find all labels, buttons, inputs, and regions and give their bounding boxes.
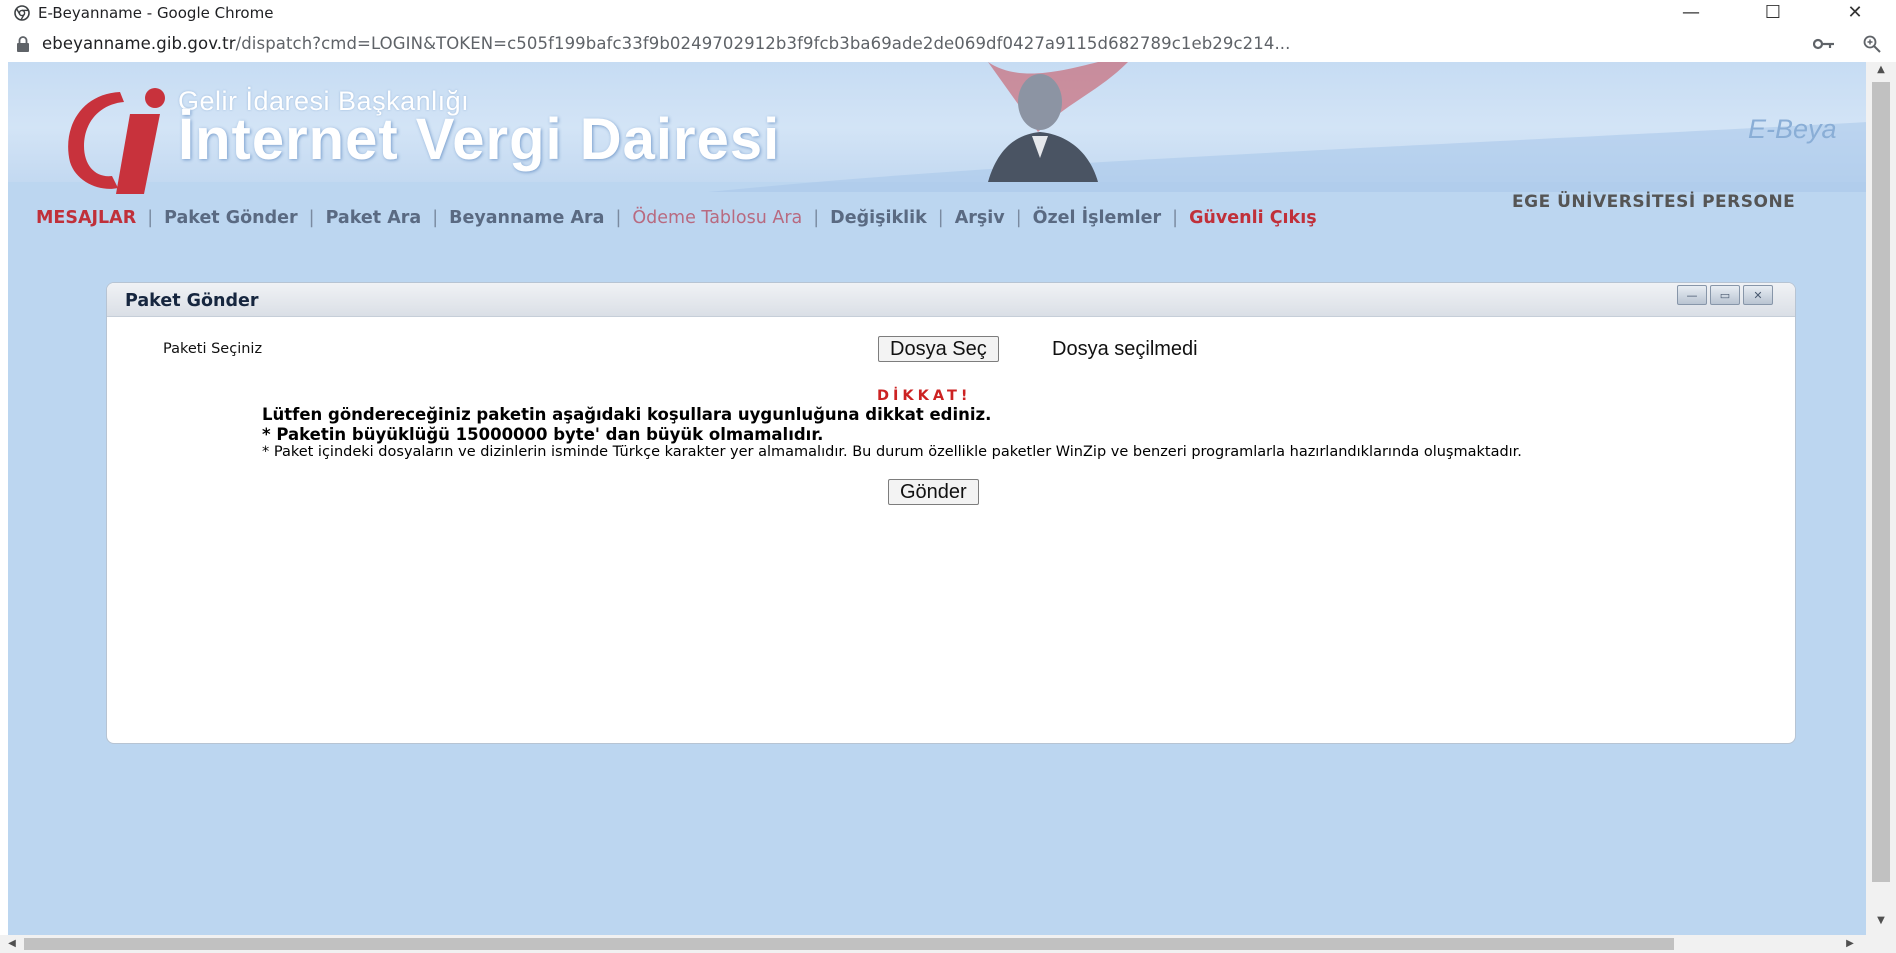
ataturk-portrait-icon	[988, 62, 1128, 182]
panel-minimize-icon[interactable]: —	[1677, 285, 1707, 305]
url-path: /dispatch?cmd=LOGIN&TOKEN=c505f199bafc33…	[235, 34, 1291, 53]
url-text[interactable]: ebeyanname.gib.gov.tr/dispatch?cmd=LOGIN…	[42, 34, 1290, 53]
gib-logo-icon	[68, 88, 165, 194]
warning-line-3: * Paket içindeki dosyaların ve dizinleri…	[262, 444, 1522, 460]
scroll-right-icon[interactable]: ▶	[1840, 935, 1860, 953]
banner-title: İnternet Vergi Dairesi	[178, 107, 781, 172]
nav-separator: |	[937, 208, 944, 228]
address-icons	[1800, 25, 1896, 62]
send-button[interactable]: Gönder	[888, 479, 979, 505]
nav-paket-ara[interactable]: Paket Ara	[326, 208, 422, 228]
nav-separator: |	[615, 208, 622, 228]
scroll-left-icon[interactable]: ◀	[2, 935, 22, 953]
horizontal-scrollbar[interactable]: ◀ ▶	[0, 935, 1896, 953]
top-navigation: MESAJLAR | Paket Gönder | Paket Ara | Beyannam…	[36, 208, 1317, 228]
address-bar[interactable]: ebeyanname.gib.gov.tr/dispatch?cmd=LOGIN…	[0, 25, 1896, 62]
panel-close-icon[interactable]: ✕	[1743, 285, 1773, 305]
nav-ozel-islemler[interactable]: Özel İşlemler	[1033, 208, 1162, 228]
scroll-up-icon[interactable]: ▲	[1866, 64, 1896, 82]
window-controls: — ☐ ✕	[1650, 0, 1896, 25]
panel-title: Paket Gönder	[125, 291, 259, 311]
key-icon[interactable]	[1800, 38, 1848, 50]
package-select-label: Paketi Seçiniz	[163, 341, 263, 357]
left-edge	[0, 62, 8, 953]
vertical-scrollbar[interactable]: ▲ ▼	[1866, 62, 1896, 935]
nav-separator: |	[1172, 208, 1179, 228]
nav-paket-gonder[interactable]: Paket Gönder	[164, 208, 298, 228]
nav-odeme-tablosu-ara[interactable]: Ödeme Tablosu Ara	[632, 208, 802, 228]
warning-line-2: * Paketin büyüklüğü 15000000 byte' dan b…	[262, 425, 824, 444]
file-status-text: Dosya seçilmedi	[1052, 338, 1198, 360]
warning-line-1: Lütfen göndereceğiniz paketin aşağıdaki …	[262, 405, 992, 424]
browser-titlebar: E-Beyanname - Google Chrome — ☐ ✕	[0, 0, 1896, 25]
page-viewport: Gelir İdaresi Başkanlığı İnternet Vergi …	[8, 62, 1866, 935]
nav-arsiv[interactable]: Arşiv	[955, 208, 1005, 228]
window-title: E-Beyanname - Google Chrome	[38, 3, 274, 22]
warning-title: DİKKAT!	[877, 388, 972, 404]
nav-mesajlar[interactable]: MESAJLAR	[36, 208, 136, 228]
horizontal-scroll-thumb[interactable]	[24, 938, 1674, 950]
site-banner: Gelir İdaresi Başkanlığı İnternet Vergi …	[8, 62, 1866, 194]
banner-right-label: E-Beya	[1748, 114, 1837, 144]
maximize-button[interactable]: ☐	[1732, 0, 1814, 25]
zoom-icon[interactable]	[1848, 35, 1896, 53]
panel-controls: — ▭ ✕	[1674, 285, 1773, 305]
minimize-button[interactable]: —	[1650, 0, 1732, 25]
nav-separator: |	[813, 208, 820, 228]
nav-guvenli-cikis[interactable]: Güvenli Çıkış	[1189, 208, 1317, 228]
close-button[interactable]: ✕	[1814, 0, 1896, 25]
nav-degisiklik[interactable]: Değişiklik	[830, 208, 927, 228]
nav-separator: |	[432, 208, 439, 228]
nav-separator: |	[1015, 208, 1022, 228]
nav-separator: |	[308, 208, 315, 228]
nav-beyanname-ara[interactable]: Beyanname Ara	[449, 208, 604, 228]
lock-icon[interactable]	[16, 35, 30, 52]
banner-wave	[708, 122, 1866, 192]
url-host: ebeyanname.gib.gov.tr	[42, 34, 236, 53]
panel-header: Paket Gönder — ▭ ✕	[107, 283, 1795, 317]
vertical-scroll-thumb[interactable]	[1872, 82, 1890, 882]
paket-gonder-panel: Paket Gönder — ▭ ✕ Paketi Seçiniz Dosya …	[106, 282, 1796, 744]
chrome-icon	[14, 4, 30, 21]
scroll-down-icon[interactable]: ▼	[1866, 915, 1896, 933]
panel-maximize-icon[interactable]: ▭	[1710, 285, 1740, 305]
nav-separator: |	[147, 208, 154, 228]
choose-file-button[interactable]: Dosya Seç	[878, 336, 999, 362]
company-name: EGE ÜNİVERSİTESİ PERSONE	[1512, 192, 1796, 212]
